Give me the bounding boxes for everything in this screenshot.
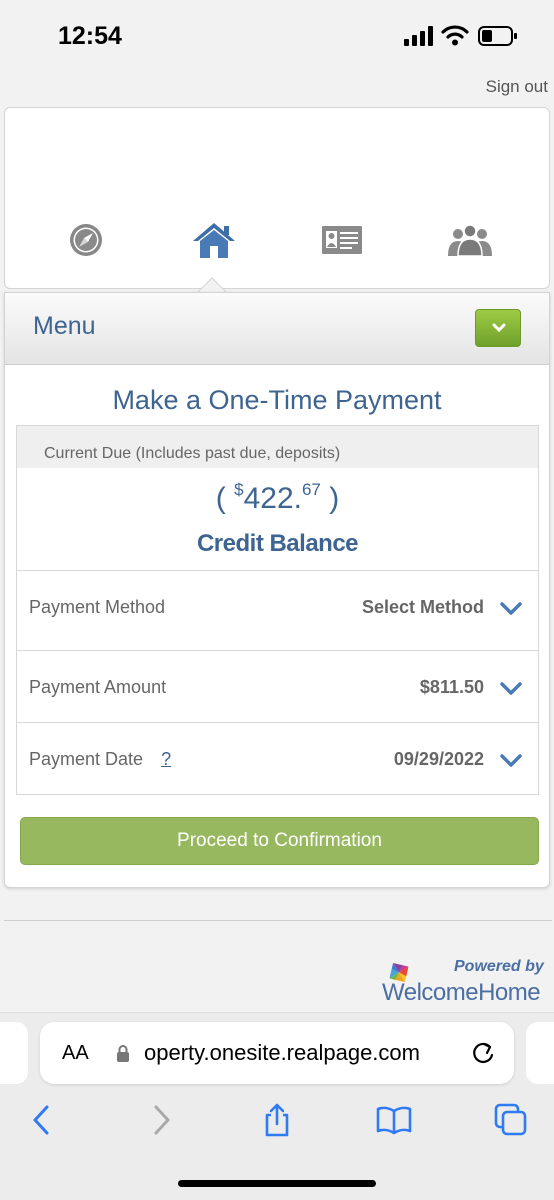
compass-icon[interactable] — [61, 220, 111, 260]
balance-amount: ( $422.67 ) — [17, 480, 538, 516]
reader-settings-button[interactable]: AA — [62, 1042, 89, 1065]
previous-tab-preview[interactable] — [0, 1022, 28, 1084]
menu-toggle-button[interactable] — [475, 309, 521, 347]
share-icon[interactable] — [259, 1102, 295, 1138]
bookmarks-icon[interactable] — [376, 1102, 412, 1138]
wifi-icon — [441, 25, 469, 46]
balance-whole: 422. — [243, 482, 302, 515]
chevron-down-icon[interactable] — [500, 682, 522, 696]
url-text[interactable]: operty.onesite.realpage.com — [144, 1040, 420, 1066]
status-bar: 12:54 — [0, 0, 554, 70]
balance-close-paren: ) — [329, 482, 340, 515]
menu-label: Menu — [33, 312, 96, 340]
chevron-down-icon — [492, 323, 506, 333]
footer-divider — [4, 920, 552, 921]
payment-method-row[interactable]: Payment Method Select Method — [17, 570, 538, 650]
home-icon[interactable] — [189, 220, 239, 260]
back-icon[interactable] — [24, 1102, 60, 1138]
main-panel: Menu Make a One-Time Payment Current Due… — [4, 292, 550, 888]
payment-date-row[interactable]: Payment Date? 09/29/2022 — [17, 722, 538, 795]
battery-icon — [478, 26, 517, 46]
top-nav — [4, 107, 550, 289]
balance-status: Credit Balance — [196, 530, 359, 557]
reload-icon[interactable] — [470, 1040, 496, 1066]
sign-out-link[interactable]: Sign out — [486, 77, 548, 97]
menu-bar[interactable]: Menu — [5, 293, 549, 365]
brand-name: WelcomeHome — [382, 979, 541, 1006]
balance-open-paren: ( — [215, 482, 226, 515]
payment-method-label: Payment Method — [29, 597, 166, 617]
payment-date-text: Payment Date — [29, 749, 144, 769]
forward-icon[interactable] — [143, 1102, 179, 1138]
address-bar[interactable]: AA operty.onesite.realpage.com — [40, 1022, 514, 1084]
status-time: 12:54 — [58, 22, 122, 50]
proceed-to-confirmation-button[interactable]: Proceed to Confirmation — [20, 817, 539, 865]
payment-amount-row[interactable]: Payment Amount $811.50 — [17, 650, 538, 722]
payment-form: Current Due (Includes past due, deposits… — [16, 425, 539, 795]
payment-date-label: Payment Date? — [29, 749, 171, 770]
tabs-icon[interactable] — [493, 1102, 529, 1138]
home-indicator — [178, 1180, 376, 1187]
next-tab-preview[interactable] — [526, 1022, 554, 1084]
current-due-header: Current Due (Includes past due, deposits… — [17, 426, 538, 468]
powered-by-label: Powered by — [454, 958, 544, 975]
chevron-down-icon[interactable] — [500, 754, 522, 768]
payment-amount-label: Payment Amount — [29, 677, 167, 697]
payment-amount-value[interactable]: $811.50 — [420, 677, 484, 698]
lock-icon — [117, 1045, 129, 1062]
chevron-down-icon[interactable] — [500, 602, 522, 616]
balance-currency: $ — [234, 480, 244, 499]
payment-date-value[interactable]: 09/29/2022 — [394, 749, 484, 770]
balance-cents: 67 — [301, 480, 321, 499]
group-icon[interactable] — [445, 220, 495, 260]
cellular-signal-icon — [404, 26, 433, 46]
current-due-label: Current Due (Includes past due, deposits… — [44, 445, 341, 462]
page-title: Make a One-Time Payment — [112, 385, 442, 415]
payment-date-help-link[interactable]: ? — [161, 749, 171, 769]
payment-method-value[interactable]: Select Method — [362, 597, 484, 618]
id-card-icon[interactable] — [317, 220, 367, 260]
